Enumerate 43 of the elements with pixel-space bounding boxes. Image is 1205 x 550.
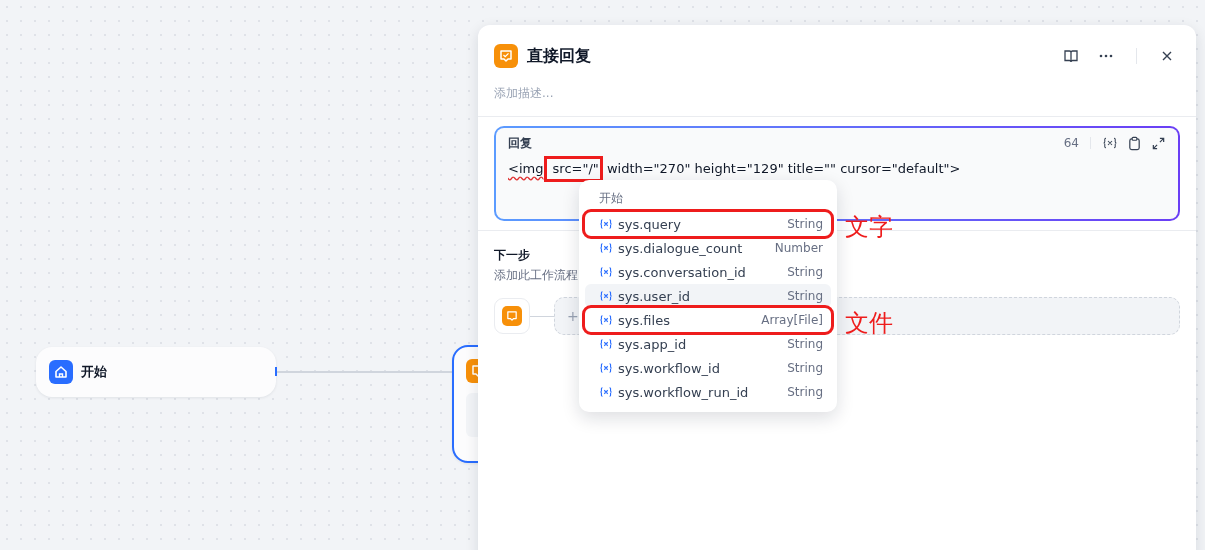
- variable-name: sys.dialogue_count: [618, 240, 743, 256]
- variable-type: String: [787, 361, 823, 375]
- variable-name: sys.workflow_run_id: [618, 384, 749, 400]
- variable-type: String: [787, 265, 823, 279]
- node-title: 开始: [81, 363, 107, 381]
- character-count: 64: [1063, 136, 1079, 150]
- book-icon[interactable]: [1063, 48, 1079, 64]
- variable-option[interactable]: sys.user_id String: [585, 284, 831, 308]
- panel-title: 直接回复: [527, 45, 591, 67]
- variable-icon: [599, 266, 613, 278]
- variable-option[interactable]: sys.conversation_id String: [585, 260, 831, 284]
- group-label: 开始: [598, 190, 624, 207]
- section-title: 下一步: [494, 247, 530, 264]
- variable-type: Number: [774, 241, 823, 255]
- variable-icon: [599, 362, 613, 374]
- variable-name: sys.conversation_id: [618, 264, 746, 280]
- expand-icon[interactable]: [1151, 135, 1166, 151]
- variable-option[interactable]: sys.workflow_id String: [585, 356, 831, 380]
- description-field[interactable]: 添加描述...: [494, 84, 1180, 102]
- variable-option[interactable]: sys.workflow_run_id String: [585, 380, 831, 404]
- variable-icon: [599, 314, 613, 326]
- variable-type: String: [787, 337, 823, 351]
- variable-icon[interactable]: [1102, 136, 1118, 150]
- annotation-label: 文件: [845, 310, 893, 336]
- variable-option[interactable]: sys.app_id String: [585, 332, 831, 356]
- variable-type: Array[File]: [761, 313, 823, 327]
- home-icon: [49, 360, 73, 384]
- chat-icon: [494, 44, 518, 68]
- variable-icon: [599, 242, 613, 254]
- variable-name: sys.app_id: [618, 336, 687, 352]
- variable-icon: [599, 386, 613, 398]
- variable-icon: [599, 290, 613, 302]
- variable-name: sys.workflow_id: [618, 360, 720, 376]
- variable-type: String: [787, 385, 823, 399]
- start-node[interactable]: 开始: [36, 347, 276, 397]
- field-label: 回复: [508, 134, 532, 152]
- variable-option[interactable]: sys.dialogue_count Number: [585, 236, 831, 260]
- variable-icon: [599, 218, 613, 230]
- variable-icon: [599, 338, 613, 350]
- chat-icon: [502, 306, 522, 326]
- section-subtitle: 添加此工作流程: [494, 267, 578, 284]
- variable-name: sys.files: [618, 312, 670, 328]
- clipboard-icon[interactable]: [1127, 135, 1142, 151]
